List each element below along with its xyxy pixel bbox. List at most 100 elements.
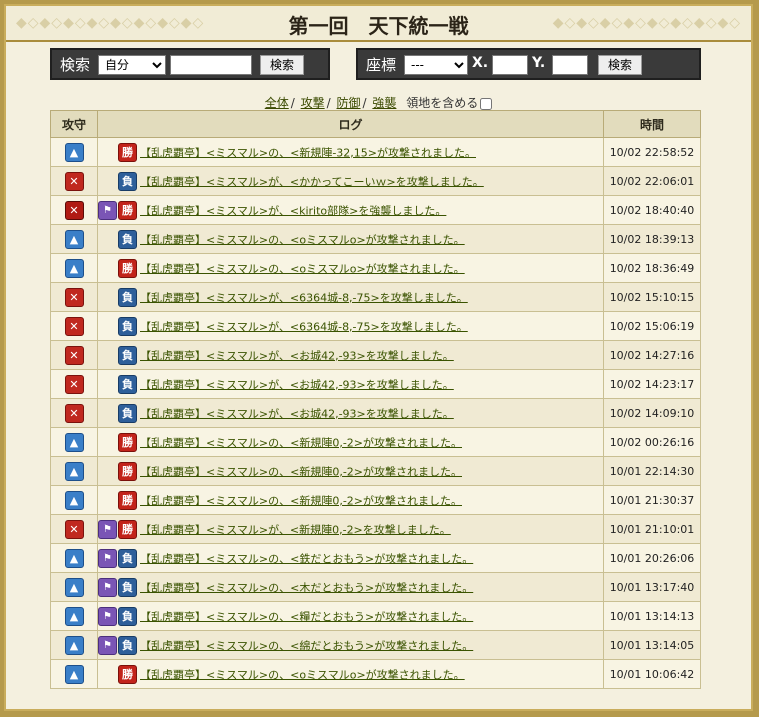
log-link[interactable]: 【乱虎覇亭】<ミスマル>の、<新規陣-32,15>が攻撃されました。	[140, 146, 476, 159]
type-cell: ✕	[50, 398, 98, 428]
coords-search-button[interactable]: 検索	[598, 55, 642, 75]
result-badge: 負	[118, 635, 137, 655]
defense-icon: ▲	[64, 229, 84, 249]
filter-raid-link[interactable]: 強襲	[372, 96, 396, 110]
table-header-row: 攻守 ログ 時間	[50, 110, 701, 138]
time-cell: 10/02 18:36:49	[603, 253, 701, 283]
result-badge: 勝	[118, 519, 137, 539]
log-link[interactable]: 【乱虎覇亭】<ミスマル>の、<綿だとおもう>が攻撃されました。	[140, 639, 473, 652]
search-label: 検索	[60, 56, 91, 74]
filter-all-link[interactable]: 全体	[265, 96, 289, 110]
log-cell: ⚑ 負【乱虎覇亭】<ミスマル>の、<鉄だとおもう>が攻撃されました。	[97, 543, 604, 573]
time-cell: 10/02 14:27:16	[603, 340, 701, 370]
log-link[interactable]: 【乱虎覇亭】<ミスマル>が、<kirito部隊>を強襲しました。	[140, 204, 446, 217]
flag-slot	[98, 230, 116, 248]
log-link[interactable]: 【乱虎覇亭】<ミスマル>が、<お城42,-93>を攻撃しました。	[140, 378, 454, 391]
time-cell: 10/01 13:17:40	[603, 572, 701, 602]
x-input[interactable]	[492, 55, 528, 75]
coords-panel: 座標 --- X. Y. 検索	[356, 48, 701, 80]
territory-checkbox[interactable]	[480, 97, 493, 110]
type-cell: ▲	[50, 137, 98, 167]
table-row: ▲ ⚑ 負【乱虎覇亭】<ミスマル>の、<糧だとおもう>が攻撃されました。 10/01 …	[50, 601, 701, 631]
filter-attack-link[interactable]: 攻撃	[301, 96, 325, 110]
main-frame: ◆◇◆◇◆◇◆◇◆◇◆◇◆◇◆◇ ◆◇◆◇◆◇◆◇◆◇◆◇◆◇◆◇ 第一回 天下…	[4, 4, 753, 711]
time-cell: 10/01 22:14:30	[603, 456, 701, 486]
y-input[interactable]	[552, 55, 588, 75]
type-cell: ▲	[50, 630, 98, 660]
result-badge: 負	[118, 403, 137, 423]
table-row: ✕ 負【乱虎覇亭】<ミスマル>が、<お城42,-93>を攻撃しました。 10/02 …	[50, 340, 701, 370]
log-link[interactable]: 【乱虎覇亭】<ミスマル>の、<oミスマルo>が攻撃されました。	[140, 668, 465, 681]
log-link[interactable]: 【乱虎覇亭】<ミスマル>が、<新規陣0,-2>を攻撃しました。	[140, 523, 451, 536]
flag-icon: ⚑	[98, 607, 117, 626]
log-link[interactable]: 【乱虎覇亭】<ミスマル>が、<6364城-8,-75>を攻撃しました。	[140, 291, 468, 304]
log-cell: ⚑ 負【乱虎覇亭】<ミスマル>の、<綿だとおもう>が攻撃されました。	[97, 630, 604, 660]
flag-slot: ⚑	[98, 201, 117, 220]
log-cell: 負【乱虎覇亭】<ミスマル>が、<お城42,-93>を攻撃しました。	[97, 398, 604, 428]
log-link[interactable]: 【乱虎覇亭】<ミスマル>の、<新規陣0,-2>が攻撃されました。	[140, 436, 462, 449]
flag-slot	[98, 143, 116, 161]
search-button[interactable]: 検索	[260, 55, 304, 75]
header-time: 時間	[603, 110, 701, 138]
log-link[interactable]: 【乱虎覇亭】<ミスマル>の、<oミスマルo>が攻撃されました。	[140, 233, 465, 246]
type-cell: ▲	[50, 456, 98, 486]
flag-slot	[98, 491, 116, 509]
log-cell: ⚑ 勝【乱虎覇亭】<ミスマル>が、<kirito部隊>を強襲しました。	[97, 195, 604, 225]
log-link[interactable]: 【乱虎覇亭】<ミスマル>の、<鉄だとおもう>が攻撃されました。	[140, 552, 473, 565]
search-input[interactable]	[170, 55, 252, 75]
filter-defense-link[interactable]: 防御	[337, 96, 361, 110]
search-type-select[interactable]: 自分	[98, 55, 166, 75]
result-badge: 負	[118, 316, 137, 336]
type-cell: ✕	[50, 166, 98, 196]
flag-slot: ⚑	[98, 549, 117, 568]
flag-slot	[98, 288, 116, 306]
result-badge: 勝	[118, 664, 137, 684]
log-cell: 負【乱虎覇亭】<ミスマル>が、<6364城-8,-75>を攻撃しました。	[97, 311, 604, 341]
result-badge: 負	[118, 577, 137, 597]
log-cell: 負【乱虎覇亭】<ミスマル>が、<6364城-8,-75>を攻撃しました。	[97, 282, 604, 312]
result-badge: 勝	[118, 461, 137, 481]
defense-icon: ▲	[64, 548, 84, 568]
time-cell: 10/02 18:40:40	[603, 195, 701, 225]
table-row: ✕ 負【乱虎覇亭】<ミスマル>が、<6364城-8,-75>を攻撃しました。 10/…	[50, 282, 701, 312]
log-link[interactable]: 【乱虎覇亭】<ミスマル>が、<6364城-8,-75>を攻撃しました。	[140, 320, 468, 333]
log-link[interactable]: 【乱虎覇亭】<ミスマル>が、<かかってこーいｗ>を攻撃しました。	[140, 175, 484, 188]
table-row: ▲ 勝【乱虎覇亭】<ミスマル>の、<新規陣0,-2>が攻撃されました。 10/01 …	[50, 456, 701, 486]
type-cell: ✕	[50, 369, 98, 399]
log-link[interactable]: 【乱虎覇亭】<ミスマル>の、<新規陣0,-2>が攻撃されました。	[140, 494, 462, 507]
log-link[interactable]: 【乱虎覇亭】<ミスマル>の、<糧だとおもう>が攻撃されました。	[140, 610, 473, 623]
time-cell: 10/02 15:10:15	[603, 282, 701, 312]
log-cell: 負【乱虎覇亭】<ミスマル>が、<お城42,-93>を攻撃しました。	[97, 369, 604, 399]
filter-bar: 全体 / 攻撃 / 防御 / 強襲 領地を含める	[6, 94, 751, 111]
log-link[interactable]: 【乱虎覇亭】<ミスマル>の、<木だとおもう>が攻撃されました。	[140, 581, 473, 594]
page-title: 第一回 天下統一戦	[288, 14, 469, 38]
type-cell: ✕	[50, 195, 98, 225]
result-badge: 負	[118, 229, 137, 249]
log-link[interactable]: 【乱虎覇亭】<ミスマル>の、<新規陣0,-2>が攻撃されました。	[140, 465, 462, 478]
type-cell: ▲	[50, 601, 98, 631]
log-link[interactable]: 【乱虎覇亭】<ミスマル>の、<oミスマルo>が攻撃されました。	[140, 262, 465, 275]
flag-icon: ⚑	[98, 549, 117, 568]
log-cell: ⚑ 負【乱虎覇亭】<ミスマル>の、<木だとおもう>が攻撃されました。	[97, 572, 604, 602]
type-cell: ▲	[50, 485, 98, 515]
type-cell: ▲	[50, 572, 98, 602]
time-cell: 10/01 21:30:37	[603, 485, 701, 515]
attack-icon: ✕	[64, 171, 84, 191]
flag-slot	[98, 375, 116, 393]
header-log: ログ	[97, 110, 604, 138]
time-cell: 10/01 21:10:01	[603, 514, 701, 544]
time-cell: 10/01 20:26:06	[603, 543, 701, 573]
log-link[interactable]: 【乱虎覇亭】<ミスマル>が、<お城42,-93>を攻撃しました。	[140, 407, 454, 420]
attack-icon: ✕	[64, 287, 84, 307]
table-row: ▲ ⚑ 負【乱虎覇亭】<ミスマル>の、<綿だとおもう>が攻撃されました。 10/01 …	[50, 630, 701, 660]
table-row: ▲ 勝【乱虎覇亭】<ミスマル>の、<新規陣0,-2>が攻撃されました。 10/02 …	[50, 427, 701, 457]
flag-slot	[98, 433, 116, 451]
coords-select[interactable]: ---	[404, 55, 468, 75]
log-link[interactable]: 【乱虎覇亭】<ミスマル>が、<お城42,-93>を攻撃しました。	[140, 349, 454, 362]
defense-icon: ▲	[64, 432, 84, 452]
type-cell: ✕	[50, 311, 98, 341]
result-badge: 負	[118, 171, 137, 191]
header-type: 攻守	[50, 110, 98, 138]
time-cell: 10/02 15:06:19	[603, 311, 701, 341]
x-label: X.	[472, 55, 489, 71]
